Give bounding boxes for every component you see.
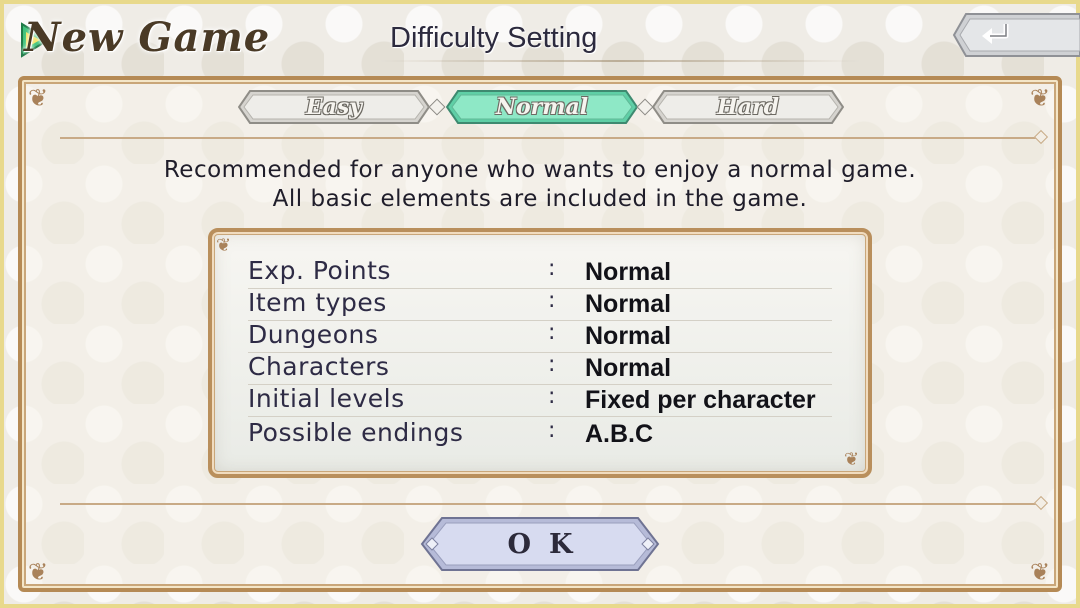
screen-subtitle: Difficulty Setting — [390, 22, 598, 54]
description-line: Recommended for anyone who wants to enjo… — [163, 157, 917, 183]
tab-hard[interactable]: Hard — [652, 90, 844, 124]
setting-value: Normal — [585, 354, 672, 382]
tab-label: Hard — [716, 94, 779, 120]
description-line: All basic elements are included in the g… — [272, 186, 808, 212]
ok-button-label: OK — [507, 528, 591, 560]
setting-separator: : — [548, 384, 556, 409]
tab-normal[interactable]: Normal — [446, 90, 638, 124]
corner-ornament-icon: ❦ — [1030, 558, 1051, 586]
corner-ornament-icon: ❦ — [1030, 84, 1051, 112]
ok-button[interactable]: OK — [420, 516, 660, 572]
setting-row: Possible endings : A.B.C — [248, 418, 832, 450]
setting-row: Characters : Normal — [248, 352, 832, 385]
corner-ornament-icon: ❦ — [28, 558, 49, 586]
setting-value: Normal — [585, 322, 672, 350]
setting-value: Normal — [585, 290, 672, 318]
difficulty-description: Recommended for anyone who wants to enjo… — [0, 156, 1080, 214]
tab-easy[interactable]: Easy — [238, 90, 430, 124]
setting-label: Characters — [248, 352, 390, 381]
setting-value: A.B.C — [585, 420, 654, 448]
setting-row: Initial levels : Fixed per character — [248, 384, 832, 417]
setting-row: Item types : Normal — [248, 288, 832, 321]
setting-separator: : — [548, 288, 556, 313]
setting-label: Exp. Points — [248, 256, 391, 285]
setting-separator: : — [548, 320, 556, 345]
setting-value: Normal — [585, 258, 672, 286]
setting-label: Initial levels — [248, 384, 405, 413]
setting-separator: : — [548, 418, 556, 443]
setting-row: Exp. Points : Normal — [248, 256, 832, 289]
setting-row: Dungeons : Normal — [248, 320, 832, 353]
corner-ornament-icon: ❦ — [28, 84, 49, 112]
page-title: New Game — [24, 14, 271, 61]
back-button[interactable] — [952, 12, 1080, 58]
divider — [60, 137, 1036, 139]
setting-label: Item types — [248, 288, 387, 317]
setting-separator: : — [548, 256, 556, 281]
subtitle-underline — [380, 60, 860, 62]
tab-label: Easy — [305, 94, 363, 120]
setting-label: Possible endings — [248, 418, 464, 447]
setting-separator: : — [548, 352, 556, 377]
corner-ornament-icon: ❦ — [216, 235, 232, 256]
divider — [60, 503, 1036, 505]
setting-label: Dungeons — [248, 320, 379, 349]
corner-ornament-icon: ❦ — [844, 449, 860, 470]
tab-label: Normal — [495, 94, 589, 120]
setting-value: Fixed per character — [585, 386, 816, 414]
